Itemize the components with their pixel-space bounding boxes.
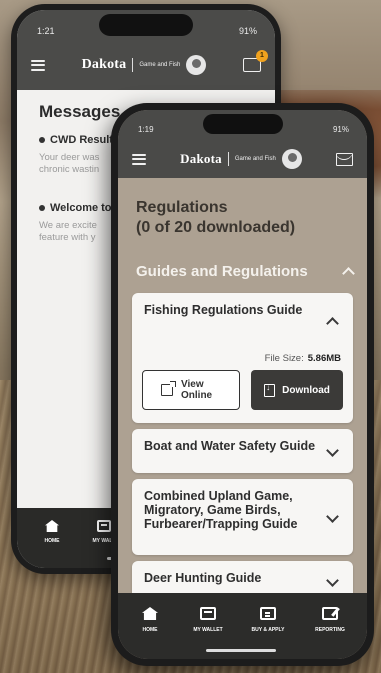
brand-subtitle: Game and Fish	[139, 62, 181, 68]
wallet-icon	[97, 520, 111, 532]
message-title: CWD Result	[50, 134, 113, 146]
chevron-up-icon	[342, 267, 355, 280]
status-time: 1:19	[138, 124, 154, 134]
unread-dot-icon	[39, 205, 45, 211]
guide-card-deer-hunting[interactable]: Deer Hunting Guide	[132, 561, 353, 593]
home-icon	[142, 607, 158, 620]
status-bar: 1:19 91%	[138, 123, 349, 135]
tab-home[interactable]: HOME	[27, 520, 77, 544]
app-header: Dakota Game and Fish 1	[31, 50, 268, 80]
notification-badge: 1	[255, 50, 268, 62]
tab-my-wallet[interactable]: MY WALLET	[178, 607, 238, 633]
page-title: Regulations (0 of 20 downloaded)	[136, 198, 356, 238]
brand-name: Dakota	[81, 57, 127, 72]
license-card-icon	[260, 607, 276, 620]
download-button[interactable]: Download	[251, 370, 343, 410]
edit-icon	[322, 607, 338, 620]
brand-logo: Dakota Game and Fish	[82, 55, 207, 75]
guide-card-fishing[interactable]: Fishing Regulations Guide File Size: 5.86…	[132, 293, 353, 423]
home-indicator	[206, 649, 276, 652]
download-icon	[264, 383, 276, 397]
page-title: Messages	[39, 102, 121, 121]
guide-card-boat-safety[interactable]: Boat and Water Safety Guide	[132, 429, 353, 473]
guide-card-upland-game[interactable]: Combined Upland Game, Migratory, Game Bi…	[132, 479, 353, 555]
message-title: Welcome to	[50, 202, 112, 214]
unread-dot-icon	[39, 137, 45, 143]
chevron-down-icon	[326, 510, 339, 523]
brand-logo: Dakota Game and Fish	[180, 149, 302, 169]
section-header-guides[interactable]: Guides and Regulations	[136, 263, 355, 280]
regulations-content: Regulations (0 of 20 downloaded) Guides …	[118, 178, 367, 593]
guide-title: Fishing Regulations Guide	[144, 303, 303, 317]
file-size-value: 5.86MB	[307, 353, 341, 364]
bottom-tab-bar: HOME MY WALLET BUY & APPLY REPORTING	[118, 593, 367, 659]
front-phone-screen: 1:19 91% Dakota Game and Fish Regulation…	[118, 110, 367, 659]
messages-envelope-icon[interactable]	[336, 152, 353, 166]
file-size-label: File Size:	[264, 353, 304, 364]
brand-divider	[227, 152, 229, 166]
chevron-up-icon[interactable]	[326, 317, 339, 330]
tab-label: HOME	[44, 538, 60, 544]
mascot-icon	[186, 55, 207, 75]
app-header: Dakota Game and Fish	[132, 146, 353, 172]
guide-title: Boat and Water Safety Guide	[144, 439, 316, 453]
view-online-label: View Online	[181, 379, 213, 401]
brand-subtitle: Game and Fish	[234, 156, 276, 162]
status-bar: 1:21 91%	[37, 24, 257, 38]
tab-home[interactable]: HOME	[120, 607, 180, 633]
messages-envelope-icon[interactable]: 1	[242, 50, 268, 72]
guide-title: Combined Upland Game, Migratory, Game Bi…	[144, 489, 298, 531]
brand-name: Dakota	[180, 151, 222, 166]
tab-label: HOME	[142, 627, 158, 633]
chevron-down-icon	[326, 444, 339, 457]
tab-label: MY WALLET	[193, 627, 223, 633]
tab-label: REPORTING	[315, 627, 345, 633]
tab-buy-apply[interactable]: BUY & APPLY	[238, 607, 298, 633]
page-title-line: Regulations	[136, 199, 228, 216]
home-icon	[45, 520, 59, 532]
status-time: 1:21	[37, 26, 55, 36]
tab-reporting[interactable]: REPORTING	[300, 607, 360, 633]
top-bar: 1:19 91% Dakota Game and Fish	[118, 110, 367, 178]
download-label: Download	[282, 384, 330, 396]
mascot-icon	[281, 149, 302, 169]
file-size: File Size: 5.86MB	[265, 353, 341, 364]
hamburger-menu-icon[interactable]	[132, 153, 146, 165]
front-phone: 1:19 91% Dakota Game and Fish Regulation…	[111, 103, 374, 666]
section-title: Guides and Regulations	[136, 263, 308, 280]
top-bar: 1:21 91% Dakota Game and Fish 1	[17, 10, 275, 90]
tab-label: BUY & APPLY	[251, 627, 285, 633]
view-online-button[interactable]: View Online	[142, 370, 240, 410]
guide-title: Deer Hunting Guide	[144, 571, 262, 585]
downloaded-count: (0 of 20 downloaded)	[136, 219, 296, 236]
status-battery: 91%	[238, 26, 257, 36]
hamburger-menu-icon[interactable]	[31, 59, 45, 71]
brand-divider	[132, 58, 134, 72]
external-link-icon	[161, 381, 176, 396]
chevron-down-icon	[326, 574, 339, 587]
wallet-icon	[200, 607, 216, 620]
status-battery: 91%	[332, 124, 349, 134]
